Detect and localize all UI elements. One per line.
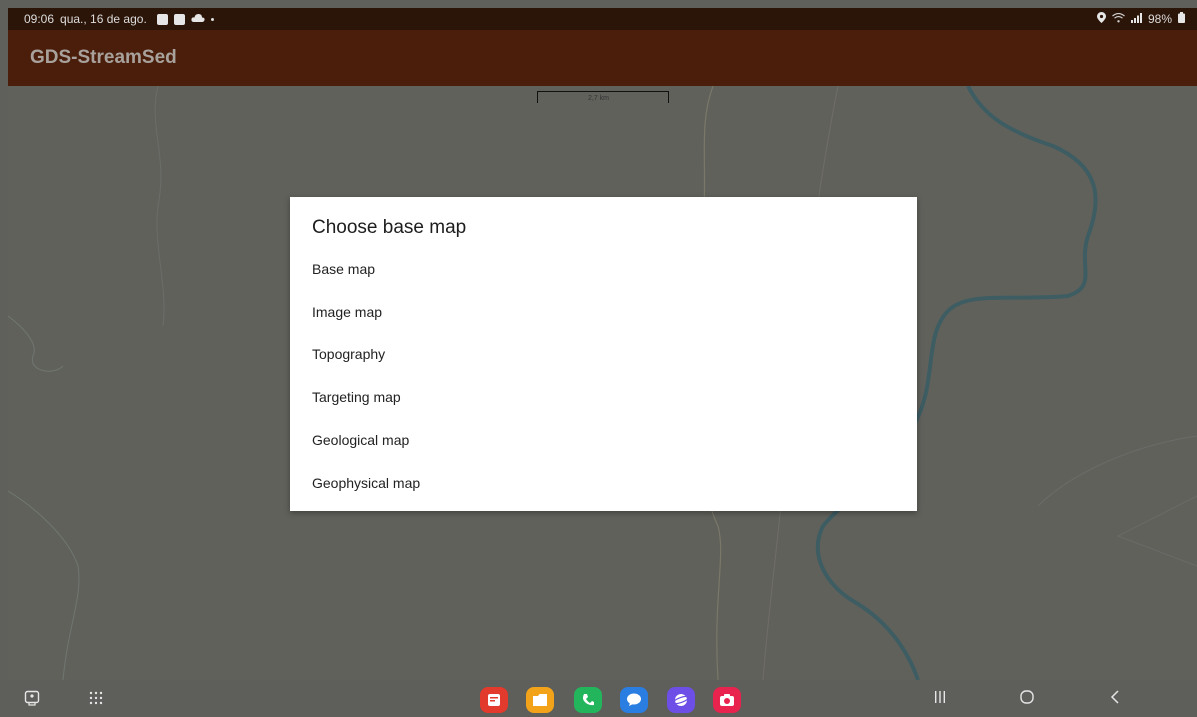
image-icon xyxy=(173,13,185,25)
option-image-map[interactable]: Image map xyxy=(290,291,917,333)
stream xyxy=(154,86,165,327)
option-label: Topography xyxy=(312,346,386,362)
back-icon[interactable] xyxy=(1110,690,1120,708)
stream xyxy=(8,315,64,372)
app-bar: GDS-StreamSed xyxy=(8,30,1197,86)
cloud-icon xyxy=(191,12,205,26)
battery-percentage: 98% xyxy=(1147,12,1172,26)
map-scale-label: 2,7 km xyxy=(588,95,610,102)
road xyxy=(1116,495,1197,567)
internet-app-icon[interactable] xyxy=(667,687,695,713)
phone-app-icon[interactable] xyxy=(574,687,602,713)
signal-icon xyxy=(1130,12,1142,26)
wifi-icon xyxy=(1112,12,1125,26)
location-icon xyxy=(1096,12,1106,26)
messages-app-icon[interactable] xyxy=(620,687,648,713)
option-base-map[interactable]: Base map xyxy=(290,248,917,290)
choose-base-map-dialog: Choose base map Base map Image map Topog… xyxy=(290,197,917,511)
option-topography[interactable]: Topography xyxy=(290,333,917,375)
road xyxy=(1037,435,1197,507)
screen-capture-icon[interactable] xyxy=(24,690,40,706)
notes-app-icon[interactable] xyxy=(480,687,508,713)
camera-app-icon[interactable] xyxy=(713,687,741,713)
status-time: 09:06 xyxy=(24,12,55,26)
option-label: Targeting map xyxy=(312,389,401,405)
stream xyxy=(8,490,80,680)
recents-icon[interactable] xyxy=(934,690,946,708)
app-title: GDS-StreamSed xyxy=(30,47,177,68)
dot-icon xyxy=(210,17,214,21)
status-bar: 09:06 qua., 16 de ago. 98% xyxy=(8,8,1197,30)
photo-icon xyxy=(156,13,168,25)
files-app-icon[interactable] xyxy=(526,687,554,713)
option-label: Image map xyxy=(312,304,383,320)
option-label: Base map xyxy=(312,261,376,277)
option-geophysical-map[interactable]: Geophysical map xyxy=(290,462,917,504)
status-date: qua., 16 de ago. xyxy=(60,12,147,26)
home-icon[interactable] xyxy=(1020,690,1034,708)
option-targeting-map[interactable]: Targeting map xyxy=(290,376,917,418)
option-label: Geophysical map xyxy=(312,475,421,491)
app-grid-icon[interactable] xyxy=(88,690,104,706)
battery-icon xyxy=(1178,12,1185,26)
dialog-title: Choose base map xyxy=(312,217,467,238)
option-geological-map[interactable]: Geological map xyxy=(290,419,917,461)
option-label: Geological map xyxy=(312,432,410,448)
